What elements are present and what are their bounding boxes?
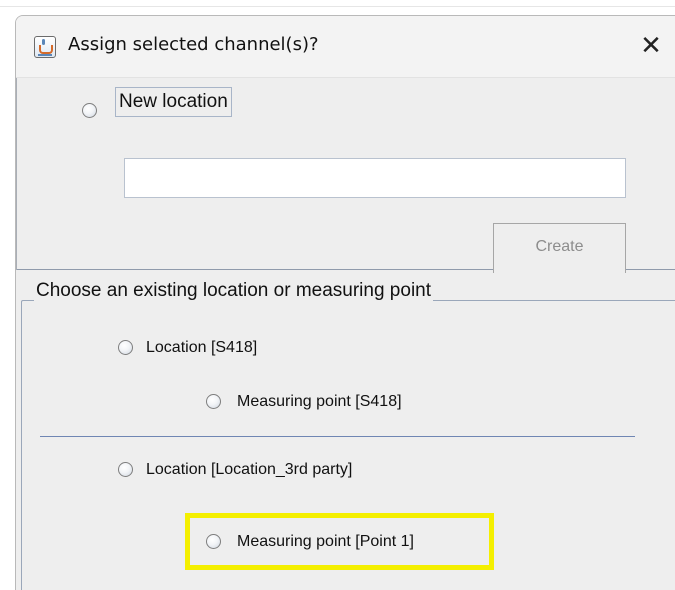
- new-location-label[interactable]: New location: [115, 87, 232, 117]
- panel-edge: [16, 78, 17, 270]
- location-3rd-party-radio[interactable]: [118, 462, 133, 477]
- location-s418-radio[interactable]: [118, 340, 133, 355]
- group-separator: [40, 436, 635, 437]
- new-location-panel: New location Create: [16, 78, 675, 273]
- dialog-title: Assign selected channel(s)?: [68, 34, 319, 55]
- new-location-radio[interactable]: [82, 103, 97, 118]
- window-top-edge: [0, 6, 675, 7]
- measuring-point-1-radio[interactable]: [206, 534, 221, 549]
- measuring-point-1-label[interactable]: Measuring point [Point 1]: [237, 533, 414, 551]
- location-s418-label[interactable]: Location [S418]: [146, 339, 257, 357]
- java-cup-icon: [34, 36, 56, 58]
- create-button[interactable]: Create: [493, 223, 626, 273]
- title-bar[interactable]: Assign selected channel(s)? ✕: [16, 16, 675, 78]
- close-button[interactable]: ✕: [631, 26, 671, 66]
- measuring-point-s418-label[interactable]: Measuring point [S418]: [237, 393, 402, 411]
- measuring-point-s418-radio[interactable]: [206, 394, 221, 409]
- existing-group-title: Choose an existing location or measuring…: [34, 280, 434, 302]
- assign-channels-dialog: Assign selected channel(s)? ✕ New locati…: [15, 15, 675, 590]
- new-location-name-input[interactable]: [124, 158, 626, 198]
- location-3rd-party-label[interactable]: Location [Location_3rd party]: [146, 461, 352, 479]
